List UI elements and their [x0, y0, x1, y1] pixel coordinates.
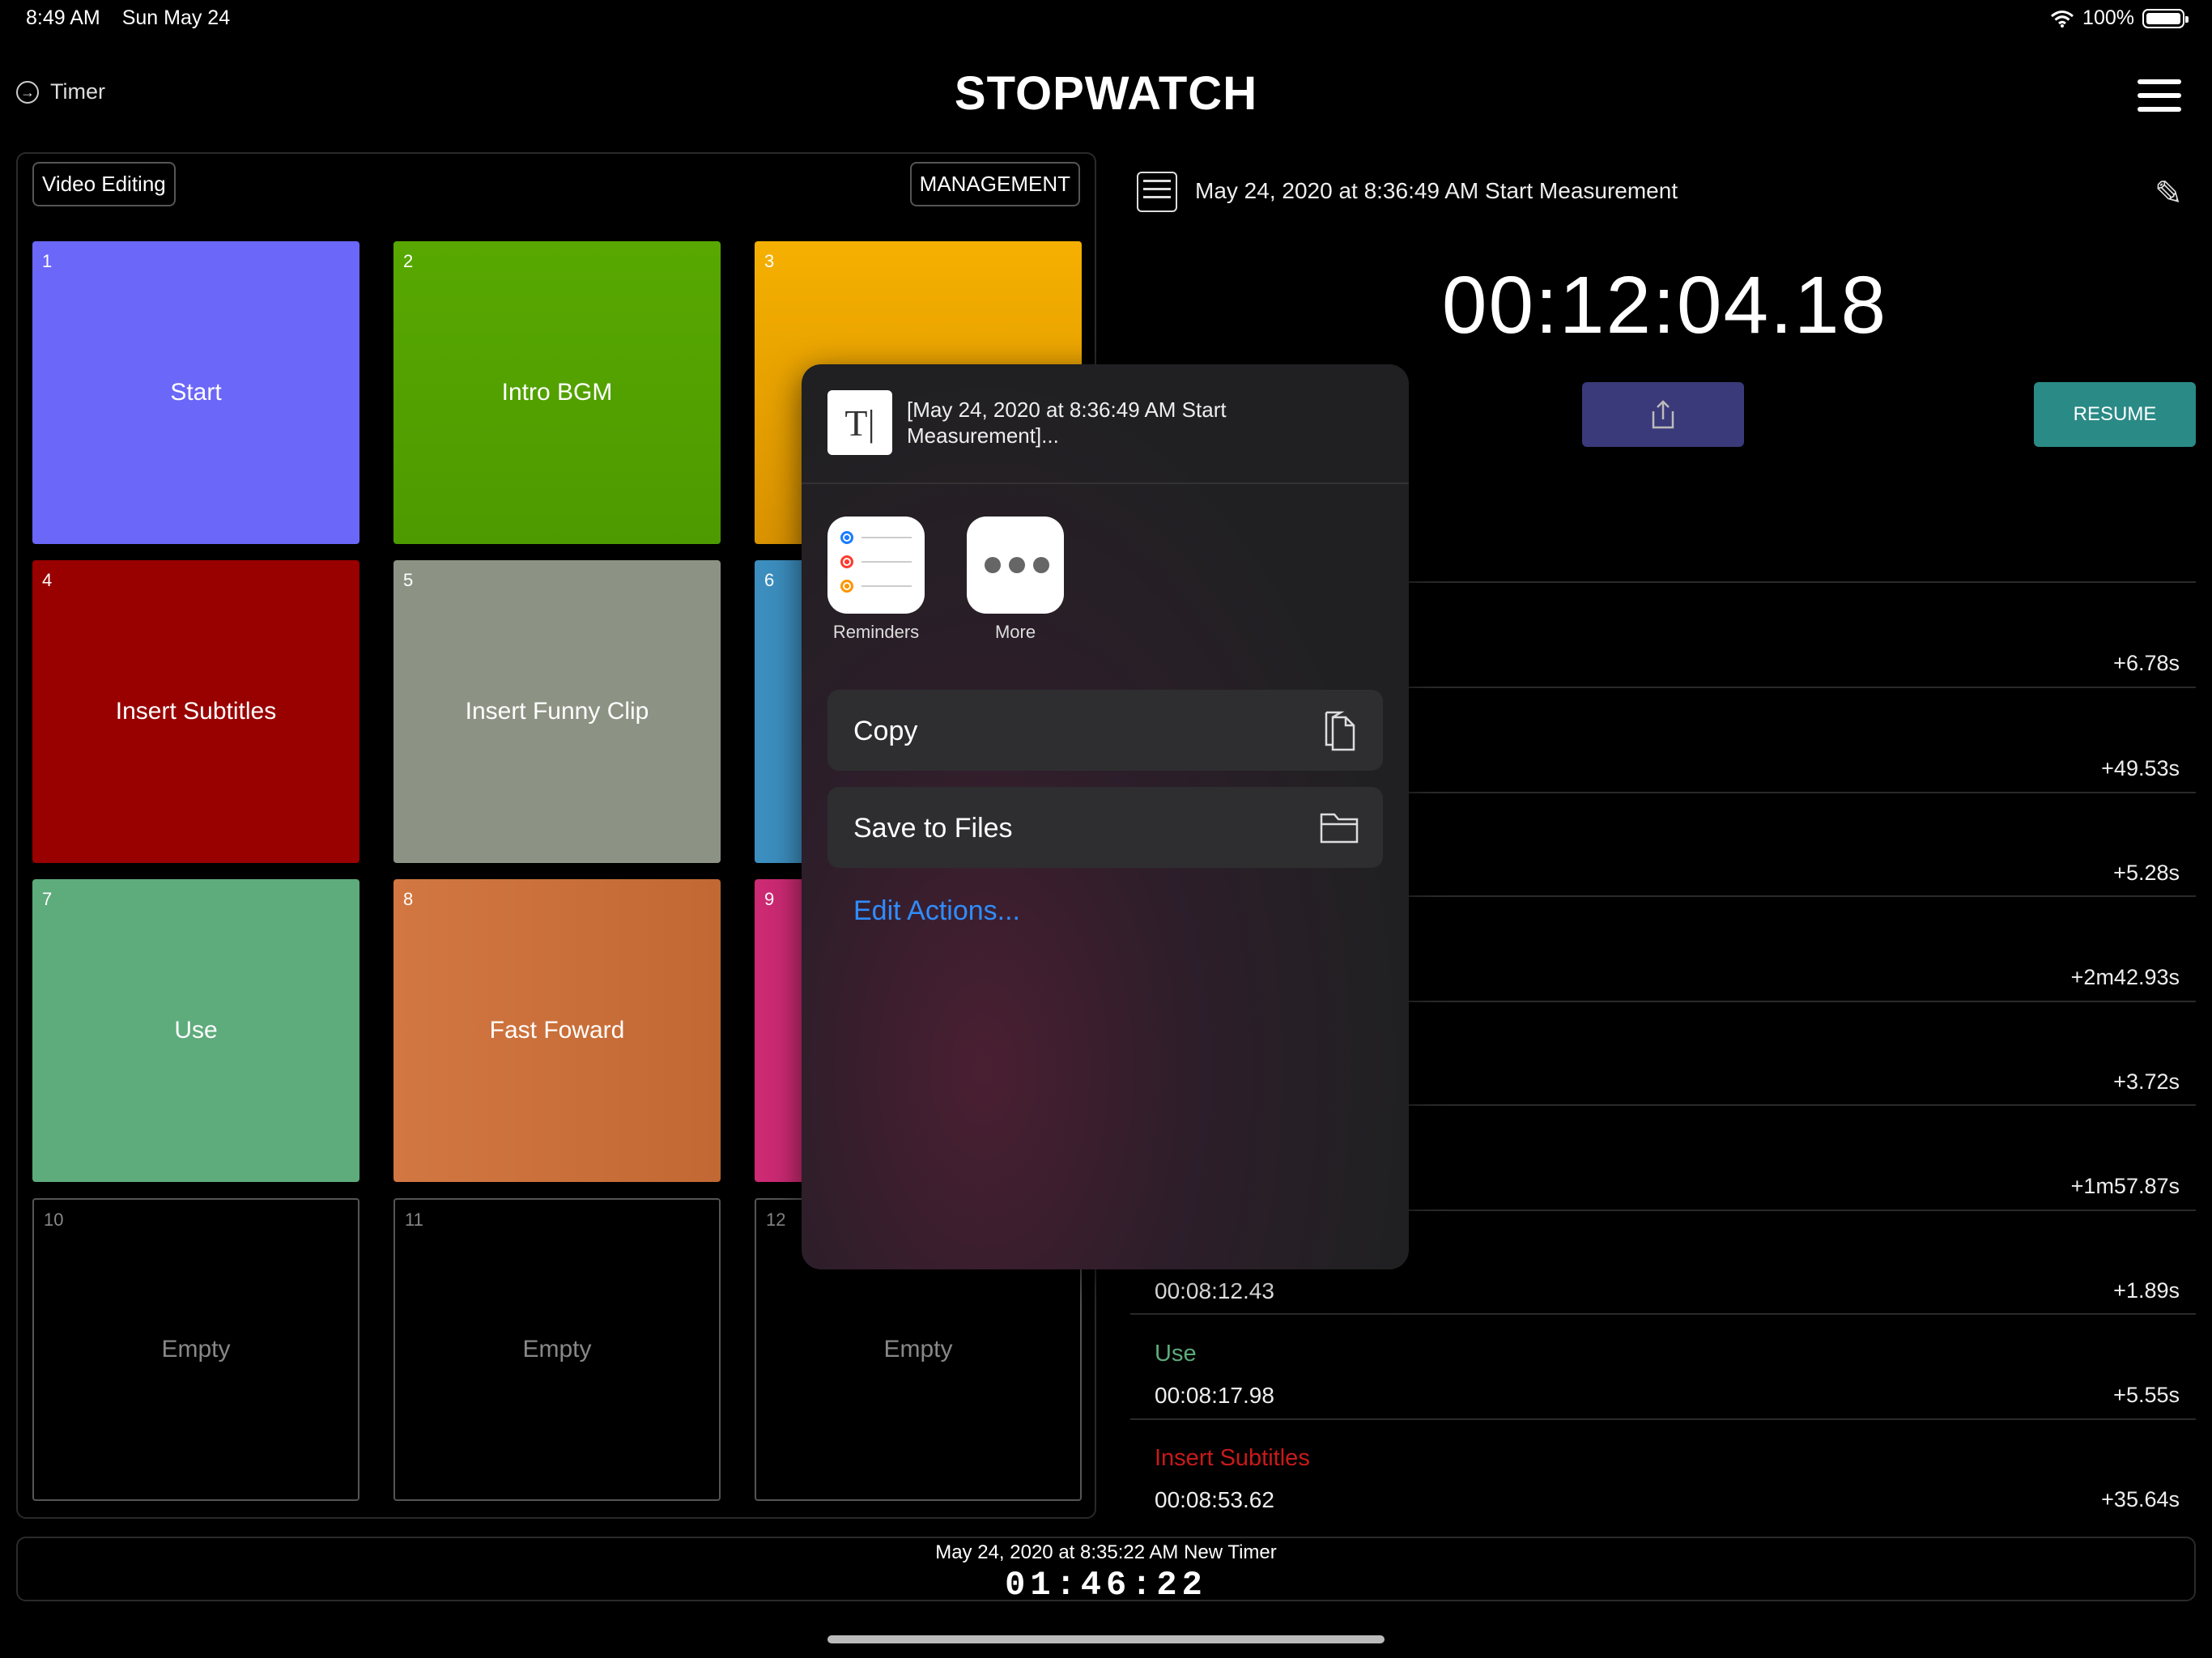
share-sheet: T| [May 24, 2020 at 8:36:49 AM Start Mea… — [802, 364, 1409, 1269]
share-icon — [1652, 400, 1674, 429]
lap-delta: +6.78s — [2113, 651, 2180, 675]
status-date: Sun May 24 — [121, 6, 231, 29]
page-title: STOPWATCH — [954, 67, 1258, 120]
bottom-timer-bar[interactable]: May 24, 2020 at 8:35:22 AM New Timer 01:… — [16, 1537, 2196, 1605]
tile-2[interactable]: 2 Intro BGM — [393, 241, 721, 544]
lap-time: 00:08:17.98 — [1155, 1383, 1274, 1408]
tile-label: Start — [170, 379, 222, 406]
reminders-label: Reminders — [832, 622, 920, 642]
tile-number: 1 — [42, 251, 53, 271]
lap-delta: +5.55s — [2113, 1383, 2180, 1407]
tile-label: Empty — [522, 1336, 592, 1363]
tile-label: Intro BGM — [501, 379, 613, 406]
tile-number: 4 — [42, 570, 53, 590]
status-bar-right: 100% — [2050, 6, 2189, 30]
lap-delta: +1.89s — [2113, 1278, 2180, 1303]
tile-7[interactable]: 7 Use — [32, 879, 359, 1182]
lap-delta: +49.53s — [2101, 756, 2180, 780]
lap-time: 00:08:12.43 — [1155, 1278, 1274, 1303]
tile-number: 11 — [405, 1209, 423, 1230]
lap-delta: +35.64s — [2101, 1487, 2180, 1511]
tile-label: Empty — [883, 1336, 953, 1363]
battery-percent: 100% — [2082, 6, 2134, 29]
tile-number: 12 — [766, 1209, 786, 1230]
lap-time: 00:08:53.62 — [1155, 1487, 1274, 1512]
tile-label: Use — [174, 1017, 218, 1044]
battery-icon — [2142, 8, 2189, 28]
copy-label: Copy — [853, 716, 918, 746]
bottom-timer-subtitle: May 24, 2020 at 8:35:22 AM New Timer — [935, 1541, 1277, 1563]
tile-11[interactable]: 11 Empty — [393, 1198, 721, 1501]
category-button[interactable]: Video Editing — [32, 162, 176, 206]
measurement-title: May 24, 2020 at 8:36:49 AM Start Measure… — [1195, 178, 1678, 203]
tile-label: Insert Subtitles — [115, 698, 277, 725]
copy-action[interactable]: Copy — [827, 690, 1383, 771]
tile-number: 3 — [764, 251, 775, 271]
wifi-icon — [2051, 10, 2074, 28]
management-button[interactable]: MANAGEMENT — [909, 162, 1080, 206]
bottom-timer-time: 01:46:22 — [1005, 1566, 1207, 1605]
share-button[interactable] — [1582, 382, 1744, 447]
elapsed-time: 00:12:04.18 — [1441, 260, 1888, 351]
more-icon — [985, 557, 1049, 573]
share-sheet-header: T| [May 24, 2020 at 8:36:49 AM Start Mea… — [802, 364, 1409, 484]
reminders-app-button[interactable] — [827, 517, 925, 614]
copy-icon — [1325, 711, 1355, 751]
list-icon[interactable] — [1137, 172, 1177, 212]
lap-delta: +3.72s — [2113, 1069, 2180, 1094]
save-to-files-label: Save to Files — [853, 813, 1013, 844]
edit-actions-link[interactable]: Edit Actions... — [853, 895, 1020, 927]
tile-number: 5 — [403, 570, 414, 590]
lap-delta: +5.28s — [2113, 861, 2180, 885]
text-document-icon: T| — [827, 390, 892, 455]
tile-number: 7 — [42, 889, 53, 909]
status-bar-left: 8:49 AM Sun May 24 — [26, 6, 230, 30]
folder-icon — [1320, 813, 1359, 844]
save-to-files-action[interactable]: Save to Files — [827, 787, 1383, 868]
lap-name: Use — [1155, 1341, 1197, 1367]
more-label: More — [994, 622, 1036, 642]
lap-name: Insert Subtitles — [1155, 1445, 1310, 1471]
tile-1[interactable]: 1 Start — [32, 241, 359, 544]
tile-label: Insert Funny Clip — [465, 698, 649, 725]
tile-4[interactable]: 4 Insert Subtitles — [32, 560, 359, 863]
lap-delta: +2m42.93s — [2070, 965, 2180, 989]
tile-number: 10 — [44, 1209, 64, 1230]
tile-label: Fast Foward — [489, 1017, 625, 1044]
tile-number: 9 — [764, 889, 775, 909]
tile-label: Empty — [161, 1336, 231, 1363]
share-doc-preview: [May 24, 2020 at 8:36:49 AM Start Measur… — [907, 397, 1227, 448]
more-apps-button[interactable] — [967, 517, 1064, 614]
pencil-icon[interactable]: ✎ — [2155, 173, 2183, 213]
resume-button[interactable]: RESUME — [2034, 382, 2196, 447]
tile-number: 8 — [403, 889, 414, 909]
tile-number: 6 — [764, 570, 775, 590]
tile-5[interactable]: 5 Insert Funny Clip — [393, 560, 721, 863]
tile-number: 2 — [403, 251, 414, 271]
status-time: 8:49 AM — [26, 6, 100, 29]
tile-10[interactable]: 10 Empty — [32, 1198, 359, 1501]
tile-8[interactable]: 8 Fast Foward — [393, 879, 721, 1182]
hamburger-menu-icon[interactable] — [2138, 79, 2181, 112]
home-indicator[interactable] — [827, 1635, 1385, 1643]
lap-delta: +1m57.87s — [2070, 1174, 2180, 1198]
